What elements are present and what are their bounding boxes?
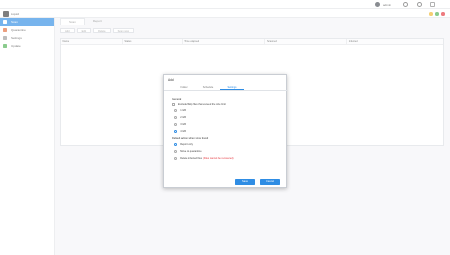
action-option-quarantine[interactable]: Move to quarantine [174,150,202,154]
size-option-4gb[interactable]: 4 GB [174,130,186,134]
size-option-3gb[interactable]: 3 GB [174,123,186,127]
action-option-report[interactable]: Report only [174,143,193,147]
tab-settings[interactable]: Settings [220,85,244,90]
general-section-label: General [172,98,182,101]
tab-folder[interactable]: Folder [172,85,196,90]
size-label: 2 GB [180,116,186,120]
size-radio[interactable] [174,109,178,113]
size-option-2gb[interactable]: 2 GB [174,116,186,120]
size-label: 1 GB [180,109,186,113]
action-radio[interactable] [174,150,178,154]
action-option-delete[interactable]: Delete infected files (Files cannot be r… [174,157,234,161]
action-label: Move to quarantine [180,150,202,154]
action-radio[interactable] [174,157,178,161]
size-radio[interactable] [174,116,178,120]
size-option-1gb[interactable]: 1 GB [174,109,186,113]
skip-size-checkbox[interactable] [172,103,175,106]
skip-size-checkbox-row[interactable]: Exclude/Skip files that exceed the size … [172,103,226,106]
size-label: 4 GB [180,130,186,134]
action-radio[interactable] [174,143,178,147]
action-label: Report only [180,143,193,147]
size-label: 3 GB [180,123,186,127]
save-button[interactable]: Save [235,179,255,185]
action-label: Delete infected files [180,157,203,161]
size-radio[interactable] [174,123,178,127]
dialog-tabs: Folder Schedule Settings [164,85,288,91]
tab-schedule[interactable]: Schedule [196,85,220,90]
skip-size-label: Exclude/Skip files that exceed the size … [178,103,226,106]
action-section-label: Default action when virus found [172,137,209,140]
size-radio[interactable] [174,130,178,134]
cancel-button[interactable]: Cancel [260,179,280,185]
add-dialog: Add Folder Schedule Settings General Exc… [163,74,288,188]
delete-warning: (Files cannot be recovered) [203,157,234,161]
dialog-title: Add [168,78,174,82]
